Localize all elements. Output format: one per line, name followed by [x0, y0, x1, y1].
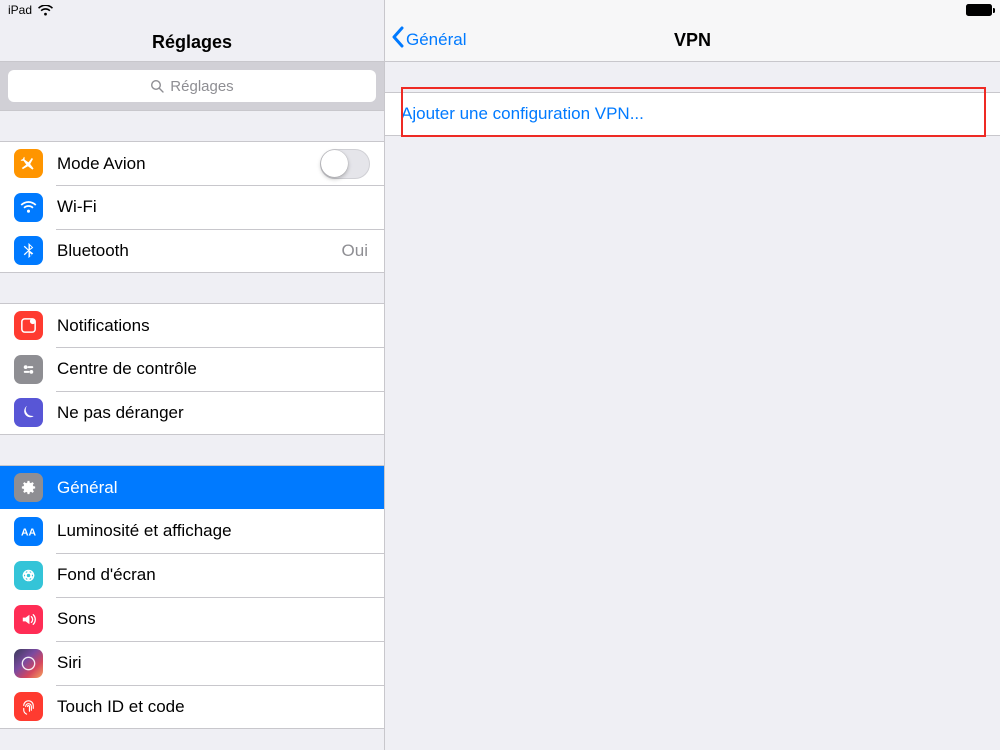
sidebar-item-wifi[interactable]: Wi-Fi	[0, 185, 384, 229]
cell-label: Notifications	[57, 316, 370, 336]
sidebar-item-sounds[interactable]: Sons	[0, 597, 384, 641]
settings-group: Mode Avion Wi-Fi Bluetooth Oui	[0, 141, 384, 273]
settings-group: Général AA Luminosité et affichage Fond …	[0, 465, 384, 729]
wallpaper-icon	[14, 561, 43, 590]
chevron-left-icon	[391, 26, 404, 53]
cell-label: Siri	[57, 653, 370, 673]
sidebar-item-display[interactable]: AA Luminosité et affichage	[0, 509, 384, 553]
moon-icon	[14, 398, 43, 427]
cell-label: Centre de contrôle	[57, 359, 370, 379]
bluetooth-icon	[14, 236, 43, 265]
device-name: iPad	[8, 3, 32, 17]
search-icon	[150, 79, 164, 93]
sidebar-item-touchid[interactable]: Touch ID et code	[0, 685, 384, 729]
siri-icon	[14, 649, 43, 678]
status-bar: iPad	[0, 0, 1000, 20]
cell-label: Luminosité et affichage	[57, 521, 370, 541]
detail-title: VPN	[385, 30, 1000, 51]
add-vpn-config-label: Ajouter une configuration VPN...	[401, 104, 644, 124]
sidebar-item-notifications[interactable]: Notifications	[0, 303, 384, 347]
detail-group: Ajouter une configuration VPN...	[385, 92, 1000, 136]
sidebar-item-airplane[interactable]: Mode Avion	[0, 141, 384, 185]
sidebar-item-general[interactable]: Général	[0, 465, 384, 509]
detail-pane: Général VPN Ajouter une configuration VP…	[385, 0, 1000, 750]
settings-group: Notifications Centre de contrôle Ne pas …	[0, 303, 384, 435]
search-placeholder: Réglages	[170, 78, 233, 95]
cell-label: Mode Avion	[57, 154, 306, 174]
back-button[interactable]: Général	[391, 26, 466, 53]
controlcenter-icon	[14, 355, 43, 384]
sidebar-item-siri[interactable]: Siri	[0, 641, 384, 685]
gear-icon	[14, 473, 43, 502]
sidebar-item-bluetooth[interactable]: Bluetooth Oui	[0, 229, 384, 273]
sidebar-item-controlcenter[interactable]: Centre de contrôle	[0, 347, 384, 391]
sidebar-title: Réglages	[152, 32, 232, 53]
sound-icon	[14, 605, 43, 634]
cell-label: Touch ID et code	[57, 697, 370, 717]
airplane-toggle[interactable]	[320, 149, 370, 179]
fingerprint-icon	[14, 692, 43, 721]
wifi-icon	[14, 193, 43, 222]
airplane-icon	[14, 149, 43, 178]
sidebar-item-dnd[interactable]: Ne pas déranger	[0, 391, 384, 435]
battery-icon	[966, 4, 992, 16]
cell-value: Oui	[342, 241, 370, 261]
back-label: Général	[406, 30, 466, 50]
wifi-status-icon	[38, 5, 53, 16]
cell-label: Fond d'écran	[57, 565, 370, 585]
search-row: Réglages	[0, 62, 384, 111]
cell-label: Wi-Fi	[57, 197, 370, 217]
cell-label: Ne pas déranger	[57, 403, 370, 423]
add-vpn-config-cell[interactable]: Ajouter une configuration VPN...	[385, 92, 1000, 136]
sidebar-item-wallpaper[interactable]: Fond d'écran	[0, 553, 384, 597]
settings-sidebar: Réglages Réglages Mode Avion	[0, 0, 385, 750]
cell-label: Sons	[57, 609, 370, 629]
cell-label: Général	[57, 478, 370, 498]
svg-text:AA: AA	[21, 527, 37, 538]
search-input[interactable]: Réglages	[8, 70, 376, 102]
cell-label: Bluetooth	[57, 241, 328, 261]
display-icon: AA	[14, 517, 43, 546]
notifications-icon	[14, 311, 43, 340]
